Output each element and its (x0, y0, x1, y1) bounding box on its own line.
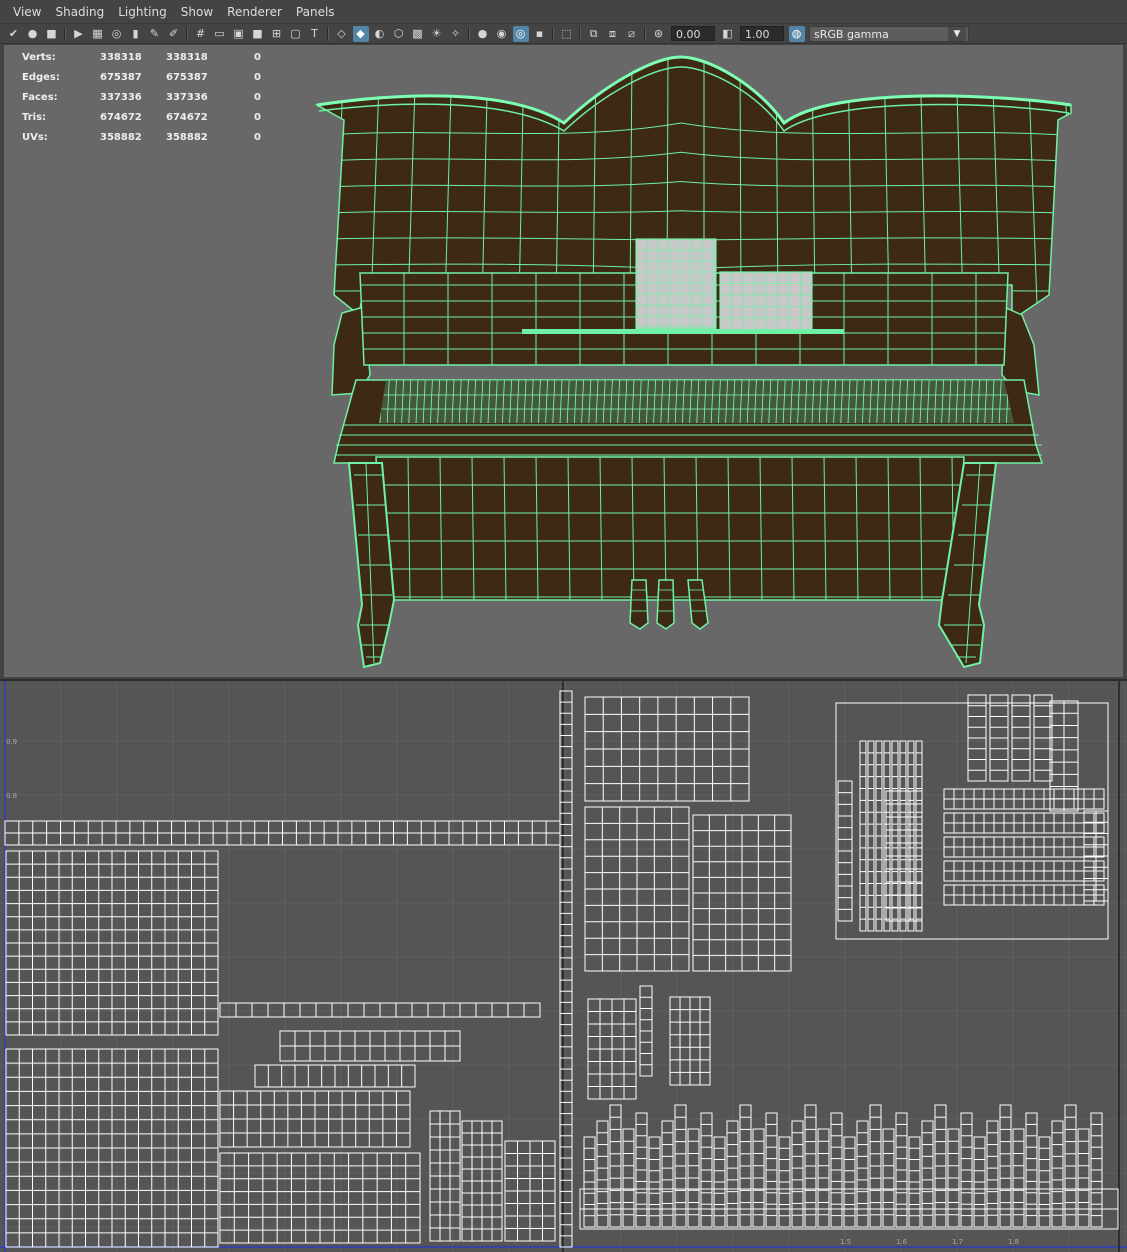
hud-label: Tris: (22, 111, 47, 123)
isolate-select-icon[interactable]: ⬚ (559, 26, 575, 42)
toolbar-separator (552, 26, 554, 41)
hud-value: 337336 (100, 91, 142, 103)
panel-toolbar: ✔ ● ■ ▶ ▦ ◎ ▮ ✎ ✐ # ▭ ▣ ■ ⊞ ▢ T ◇ ◆ ◐ ⬡ … (0, 24, 1127, 44)
xray-joints-icon[interactable]: ⧄ (624, 26, 640, 42)
smooth-shade-icon[interactable]: ◆ (352, 25, 369, 42)
depth-of-field-icon[interactable]: ▪ (532, 26, 548, 42)
two-d-pan-icon[interactable]: ◎ (109, 26, 125, 42)
hud-label: Verts: (22, 51, 56, 63)
grease-pencil-icon[interactable]: ✎ (147, 26, 163, 42)
hud-value: 0 (254, 71, 261, 83)
hud-value: 0 (254, 51, 261, 63)
wireframe-on-shaded-icon[interactable]: ⬡ (391, 26, 407, 42)
camera-icon[interactable]: ▶ (71, 26, 87, 42)
toolbar-separator (327, 26, 329, 41)
hud-row-verts: Verts: 338318 338318 0 (22, 47, 274, 67)
piano-pedals (629, 579, 709, 630)
toolbar-separator (468, 26, 470, 41)
camera-attributes-icon[interactable]: ■ (44, 26, 60, 42)
menu-shading[interactable]: Shading (48, 0, 111, 24)
select-camera-icon[interactable]: ✔ (6, 26, 22, 42)
hud-value: 0 (254, 111, 261, 123)
uv-axis-tick: 0.9 (6, 738, 17, 746)
hud-row-tris: Tris: 674672 674672 0 (22, 107, 274, 127)
piano-lower-panel (375, 456, 965, 601)
perspective-viewport[interactable]: Verts: 338318 338318 0 Edges: 675387 675… (4, 45, 1123, 677)
exposure-field[interactable]: 0.00 (671, 26, 715, 41)
uv-axis-tick: 1.7 (952, 1238, 963, 1246)
uv-layout[interactable]: 0.9 0.8 1.5 1.6 1.7 1.8 (0, 681, 1127, 1252)
xray-active-components-icon[interactable]: ⧈ (605, 26, 621, 42)
hud-value: 0 (254, 91, 261, 103)
wireframe-icon[interactable]: ◇ (334, 26, 350, 42)
hud-row-edges: Edges: 675387 675387 0 (22, 67, 274, 87)
lock-camera-icon[interactable]: ● (25, 26, 41, 42)
hud-label: Faces: (22, 91, 58, 103)
hud-row-faces: Faces: 337336 337336 0 (22, 87, 274, 107)
image-plane-icon[interactable]: ▦ (90, 26, 106, 42)
uv-editor-viewport[interactable]: 0.9 0.8 1.5 1.6 1.7 1.8 (0, 679, 1127, 1252)
default-lighting-icon[interactable]: ◐ (372, 26, 388, 42)
menu-panels[interactable]: Panels (289, 0, 342, 24)
anti-aliasing-icon[interactable]: ◎ (512, 25, 529, 42)
gamma-icon[interactable]: ◧ (720, 26, 736, 42)
hud-value: 358882 (166, 131, 208, 143)
hud-label: Edges: (22, 71, 60, 83)
uv-axis-tick: 1.8 (1008, 1238, 1019, 1246)
menu-show[interactable]: Show (174, 0, 220, 24)
poly-count-hud: Verts: 338318 338318 0 Edges: 675387 675… (22, 47, 274, 147)
toolbar-separator (64, 26, 66, 41)
resolution-gate-icon[interactable]: ▣ (231, 26, 247, 42)
field-chart-icon[interactable]: ⊞ (269, 26, 285, 42)
uv-pencil-icon[interactable]: ✐ (166, 26, 182, 42)
uv-axis-tick: 1.5 (840, 1238, 851, 1246)
hud-value: 675387 (166, 71, 208, 83)
uv-axis-tick: 0.8 (6, 792, 17, 800)
safe-title-icon[interactable]: T (307, 26, 323, 42)
toolbar-separator (644, 26, 646, 41)
view-transform-select[interactable]: sRGB gamma ▼ (809, 25, 969, 42)
menu-bar: View Shading Lighting Show Renderer Pane… (0, 0, 1127, 24)
gamma-field[interactable]: 1.00 (740, 26, 784, 41)
hud-value: 338318 (100, 51, 142, 63)
hud-value: 337336 (166, 91, 208, 103)
xray-icon[interactable]: ⧉ (586, 26, 602, 42)
ambient-occlusion-icon[interactable]: ● (475, 26, 491, 42)
film-gate-icon[interactable]: ▭ (212, 26, 228, 42)
gate-mask-icon[interactable]: ■ (250, 26, 266, 42)
view-transform-value: sRGB gamma (814, 27, 889, 41)
bookmark-icon[interactable]: ▮ (128, 26, 144, 42)
hud-value: 674672 (100, 111, 142, 123)
menu-view[interactable]: View (6, 0, 48, 24)
color-management-icon[interactable]: ◍ (788, 25, 805, 42)
chevron-down-icon: ▼ (948, 26, 966, 41)
hud-value: 338318 (166, 51, 208, 63)
motion-blur-icon[interactable]: ◉ (494, 26, 510, 42)
menu-renderer[interactable]: Renderer (220, 0, 289, 24)
hud-value: 674672 (166, 111, 208, 123)
hud-label: UVs: (22, 131, 48, 143)
hud-value: 0 (254, 131, 261, 143)
toolbar-separator (186, 26, 188, 41)
shadows-icon[interactable]: ✧ (448, 26, 464, 42)
uv-axis-tick: 1.6 (896, 1238, 908, 1246)
safe-action-icon[interactable]: ▢ (288, 26, 304, 42)
grid-icon[interactable]: # (193, 26, 209, 42)
toolbar-separator (579, 26, 581, 41)
textured-icon[interactable]: ▩ (410, 26, 426, 42)
hud-value: 358882 (100, 131, 142, 143)
use-all-lights-icon[interactable]: ☀ (429, 26, 445, 42)
hud-row-uvs: UVs: 358882 358882 0 (22, 127, 274, 147)
hud-value: 675387 (100, 71, 142, 83)
exposure-icon[interactable]: ⊛ (651, 26, 667, 42)
menu-lighting[interactable]: Lighting (111, 0, 174, 24)
